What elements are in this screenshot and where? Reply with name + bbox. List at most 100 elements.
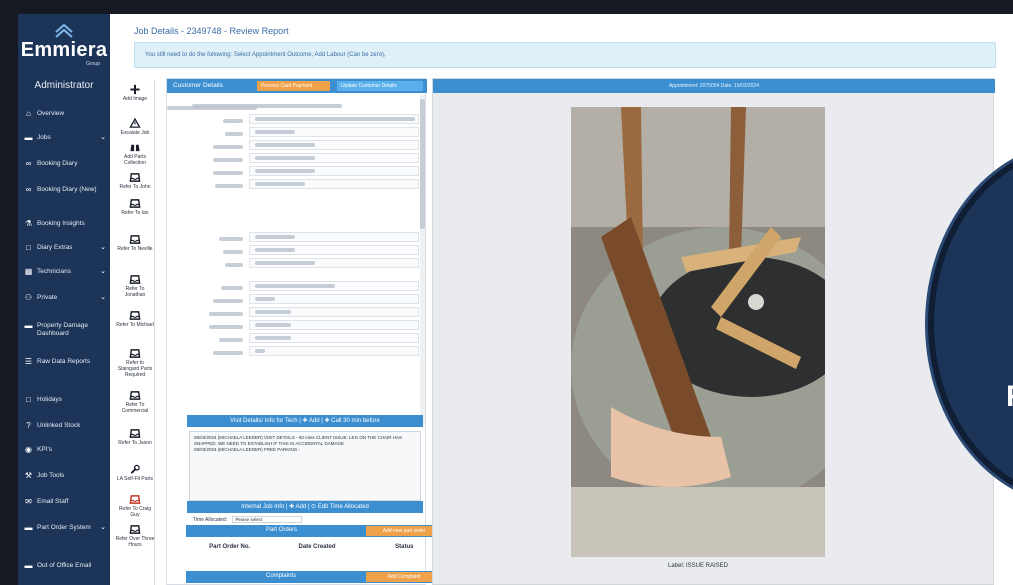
field-value[interactable] xyxy=(249,178,419,189)
field-value[interactable] xyxy=(249,231,419,242)
field-value[interactable] xyxy=(249,244,419,255)
question-icon: ? xyxy=(26,421,31,430)
time-allocated-select[interactable]: Please select xyxy=(232,516,303,523)
tool-add-parts-collection[interactable]: Add Parts Collection xyxy=(115,142,155,166)
field-value[interactable] xyxy=(249,152,419,163)
tool-refer-to-jason[interactable]: Refer To Jason xyxy=(115,428,155,446)
nav-item-kpi-s[interactable]: ◉ KPI's xyxy=(18,446,110,454)
chevron-down-icon: ⌄ xyxy=(100,524,106,531)
tool-refer-to-john[interactable]: Refer To John xyxy=(115,172,155,190)
nav-item-diary-extras[interactable]: □ Diary Extras ⌄ xyxy=(18,244,110,252)
tool-escalate-job[interactable]: Escalate Job xyxy=(115,118,155,136)
nav-item-out-of-office-email[interactable]: ▬ Out of Office Email xyxy=(18,562,110,570)
field-value[interactable] xyxy=(249,319,419,330)
scrollbar-thumb[interactable] xyxy=(420,99,425,229)
nav-item-label: Overview xyxy=(37,110,65,117)
inbox-icon xyxy=(129,391,141,400)
tool-refer-to-michael[interactable]: Refer To Michael xyxy=(115,310,155,328)
customer-field-row xyxy=(167,344,419,357)
nav-menu: ⌂ Overview ▬ Jobs ⌄ ∞ Booking Diary ∞ Booking Di… xyxy=(18,16,110,585)
photo-label: Label: ISSUE RAISED xyxy=(667,563,729,569)
field-value[interactable] xyxy=(249,345,419,356)
nav-item-label: Booking Diary xyxy=(37,160,78,167)
chevron-down-icon: ⌄ xyxy=(100,268,106,275)
tool-refer-over-three-hours[interactable]: Refer Over Three Hours xyxy=(115,524,155,548)
gauge-icon: ◉ xyxy=(25,445,32,454)
nav-item-property-damage-dashboard[interactable]: ▬ Property Damage Dashboard xyxy=(18,322,110,338)
nav-item-label: Raw Data Reports xyxy=(37,358,91,365)
time-allocated-row: Time Allocated: Please select xyxy=(193,516,303,523)
home-icon: ⌂ xyxy=(26,109,31,118)
plus-icon xyxy=(130,84,140,95)
nav-item-raw-data-reports[interactable]: ☰ Raw Data Reports xyxy=(18,358,110,366)
appointment-header: Appointment: 2075054 Date: 19/03/2024 xyxy=(433,79,995,93)
field-value[interactable] xyxy=(249,126,419,137)
overlay-text-2: R xyxy=(1006,380,1013,414)
nav-item-email-staff[interactable]: ✉ Email Staff xyxy=(18,498,110,506)
customer-panel: Customer Details Process Card Payment Up… xyxy=(166,78,427,585)
tool-refer-to-neville[interactable]: Refer To Neville xyxy=(115,234,155,252)
nav-item-booking-diary-new[interactable]: ∞ Booking Diary (New) xyxy=(18,186,110,194)
tool-label: Refer To Jason xyxy=(118,440,152,446)
field-value[interactable] xyxy=(249,332,419,343)
nav-item-unlinked-stock[interactable]: ? Unlinked Stock xyxy=(18,422,110,430)
field-value[interactable] xyxy=(249,139,419,150)
tool-refer-to-jonathan[interactable]: Refer To Jonathan xyxy=(115,274,155,298)
nav-item-booking-insights[interactable]: ⚗ Booking Insights xyxy=(18,220,110,228)
nav-item-label: Property Damage Dashboard xyxy=(37,322,88,337)
nav-item-private[interactable]: ⚇ Private ⌄ xyxy=(18,294,110,302)
process-card-button[interactable]: Process Card Payment xyxy=(257,81,330,91)
tool-column: Add Image Escalate Job Add Parts Collectio… xyxy=(115,80,155,585)
nav-item-label: Holidays xyxy=(37,396,62,403)
tool-refer-to-staingard-parts-required[interactable]: Refer to Staingard Parts Required xyxy=(115,348,155,378)
field-value[interactable] xyxy=(249,293,419,304)
calendar-icon: □ xyxy=(26,243,31,252)
job-photo[interactable] xyxy=(571,107,825,557)
tool-label: Add Image xyxy=(122,96,148,102)
tool-add-image[interactable]: Add Image xyxy=(115,84,155,102)
table-icon: ☰ xyxy=(24,357,33,366)
flask-icon: ⚗ xyxy=(24,219,33,228)
add-complaint-button[interactable]: Add Complaint xyxy=(366,572,442,582)
nav-item-overview[interactable]: ⌂ Overview xyxy=(18,110,110,118)
nav-item-jobs[interactable]: ▬ Jobs ⌄ xyxy=(18,134,110,142)
tool-refer-to-commercial[interactable]: Refer To Commercial xyxy=(115,390,155,414)
tool-label: Refer To Michael xyxy=(116,322,154,328)
add-part-order-button[interactable]: Add new part order xyxy=(366,526,442,536)
nav-item-holidays[interactable]: □ Holidays xyxy=(18,396,110,404)
inbox-icon xyxy=(129,525,141,534)
internal-info-header[interactable]: Internal Job Info | ✚ Add | ⊙ Edit Time … xyxy=(187,501,423,513)
panel-scrollbar[interactable] xyxy=(420,95,425,425)
part-orders-title: Part Orders xyxy=(266,527,298,533)
nav-item-booking-diary[interactable]: ∞ Booking Diary xyxy=(18,160,110,168)
field-value[interactable] xyxy=(249,165,419,176)
nav-item-technicians[interactable]: ▦ Technicians ⌄ xyxy=(18,268,110,276)
tool-la-self-fit-parts[interactable]: LA Self-Fit Parts xyxy=(115,464,155,482)
nav-item-label: Booking Insights xyxy=(37,220,85,227)
visit-details-header[interactable]: Visit Details/ Info for Tech | ✚ Add | ✚… xyxy=(187,415,423,427)
field-label xyxy=(167,254,249,272)
nav-item-label: Job Tools xyxy=(37,472,65,479)
field-value[interactable] xyxy=(249,113,419,124)
page-title: Job Details - 2349748 - Review Report xyxy=(134,26,289,36)
tool-refer-to-craig-guy[interactable]: Refer To Craig Guy xyxy=(115,494,155,518)
field-label xyxy=(167,342,249,360)
visit-notes[interactable]: 08/03/2024 (MICHAELA LEEDER) VISIT DETAI… xyxy=(189,431,421,501)
field-label xyxy=(167,175,249,193)
appointment-panel: Appointment: 2075054 Date: 19/03/2024 La… xyxy=(432,78,995,585)
nav-item-part-order-system[interactable]: ▬ Part Order System ⌄ xyxy=(18,524,110,532)
device-frame: Emmiera Group Administrator ⌂ Overview ▬ Jo… xyxy=(0,0,1013,585)
update-customer-button[interactable]: Update Customer Details xyxy=(337,81,423,91)
complaints-title: Complaints xyxy=(266,573,297,579)
nav-item-label: Booking Diary (New) xyxy=(37,186,97,193)
field-value[interactable] xyxy=(249,280,419,291)
field-value[interactable] xyxy=(249,306,419,317)
tool-refer-to-ian[interactable]: Refer To Ian xyxy=(115,198,155,216)
field-value[interactable] xyxy=(249,257,419,268)
tool-label: Refer To Jonathan xyxy=(124,286,146,298)
nav-item-job-tools[interactable]: ⚒ Job Tools xyxy=(18,472,110,480)
chevron-down-icon: ⌄ xyxy=(100,134,106,141)
inbox-icon xyxy=(129,235,141,244)
inbox-icon xyxy=(129,173,141,182)
col-part-order-no: Part Order No. xyxy=(209,544,251,550)
